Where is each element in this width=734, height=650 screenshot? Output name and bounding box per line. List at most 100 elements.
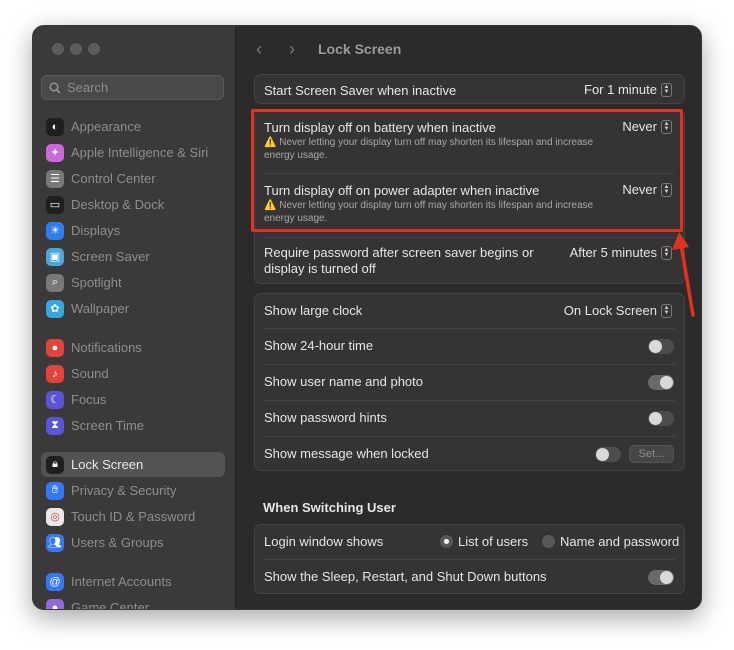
sidebar-item-screen-time[interactable]: ⧗ Screen Time bbox=[41, 413, 225, 438]
screen-saver-label: Start Screen Saver when inactive bbox=[264, 83, 457, 98]
control-center-icon: ☰ bbox=[46, 169, 64, 188]
sidebar: ◐ Appearance ✦ Apple Intelligence & Siri ☰ Co… bbox=[33, 26, 236, 609]
sidebar-item-users-groups[interactable]: 👥︎ Users & Groups bbox=[41, 530, 225, 555]
24h-toggle[interactable] bbox=[648, 339, 674, 354]
sidebar-item-screen-saver[interactable]: ▣ Screen Saver bbox=[41, 244, 225, 269]
sidebar-item-label: Apple Intelligence & Siri bbox=[71, 145, 209, 160]
toggle-knob bbox=[660, 571, 673, 584]
toggle-knob bbox=[660, 376, 673, 389]
siri-icon: ✦ bbox=[46, 143, 64, 162]
sidebar-item-focus[interactable]: ☾ Focus bbox=[41, 387, 225, 412]
minimize-window-button[interactable] bbox=[70, 43, 82, 55]
sidebar-item-label: Internet Accounts bbox=[71, 574, 172, 589]
login-window-label: Login window shows bbox=[264, 534, 384, 549]
sidebar-item-label: Privacy & Security bbox=[71, 483, 177, 498]
lock-screen-icon: 🔒︎ bbox=[46, 455, 64, 474]
password-value: After 5 minutes bbox=[569, 245, 657, 260]
screen-saver-group: Start Screen Saver when inactive For 1 m… bbox=[254, 74, 685, 104]
sidebar-item-notifications[interactable]: ● Notifications bbox=[41, 335, 225, 360]
clock-user-group: Show large clock On Lock Screen ▲ ▼ Show … bbox=[254, 293, 685, 471]
password-popup[interactable]: After 5 minutes ▲ ▼ bbox=[570, 245, 672, 260]
radio-dot bbox=[440, 535, 453, 548]
zoom-window-button[interactable] bbox=[88, 43, 100, 55]
displays-icon: ☀ bbox=[46, 221, 64, 240]
radio-name-label: Name and password bbox=[560, 534, 680, 549]
appearance-icon: ◐ bbox=[46, 117, 64, 136]
password-label: Require password after screen saver begi… bbox=[264, 245, 534, 276]
search-input[interactable] bbox=[67, 80, 207, 95]
sidebar-item-wallpaper[interactable]: ✿ Wallpaper bbox=[41, 296, 225, 321]
sidebar-item-desktop-dock[interactable]: ▭ Desktop & Dock bbox=[41, 192, 225, 217]
radio-name-password[interactable]: Name and password bbox=[542, 534, 679, 549]
large-clock-value: On Lock Screen bbox=[563, 303, 657, 318]
sidebar-item-displays[interactable]: ☀ Displays bbox=[41, 218, 225, 243]
page-title: Lock Screen bbox=[318, 41, 402, 57]
radio-dot bbox=[542, 535, 555, 548]
highlight-box bbox=[251, 109, 683, 232]
sidebar-item-sound[interactable]: ♪ Sound bbox=[41, 361, 225, 386]
hints-row: Show password hints bbox=[255, 401, 684, 436]
message-toggle[interactable] bbox=[595, 447, 621, 462]
password-row: Require password after screen saver begi… bbox=[255, 238, 684, 285]
notifications-icon: ● bbox=[46, 338, 64, 357]
sidebar-item-label: Touch ID & Password bbox=[71, 509, 196, 524]
sidebar-item-label: Displays bbox=[71, 223, 121, 238]
search-icon bbox=[49, 82, 61, 94]
sidebar-item-label: Users & Groups bbox=[71, 535, 164, 550]
sidebar-item-label: Spotlight bbox=[71, 275, 122, 290]
sidebar-item-label: Game Center bbox=[71, 600, 150, 610]
desktop-dock-icon: ▭ bbox=[46, 195, 64, 214]
set-message-button[interactable]: Set... bbox=[629, 445, 674, 463]
focus-icon: ☾ bbox=[46, 390, 64, 409]
users-groups-icon: 👥︎ bbox=[46, 533, 64, 552]
sidebar-item-label: Notifications bbox=[71, 340, 142, 355]
radio-list-of-users[interactable]: List of users bbox=[440, 534, 528, 549]
sidebar-item-apple-intelligence-siri[interactable]: ✦ Apple Intelligence & Siri bbox=[41, 140, 225, 165]
back-chevron-icon[interactable]: ‹ bbox=[256, 39, 262, 60]
screen-saver-value: For 1 minute bbox=[584, 82, 657, 97]
sleep-buttons-toggle[interactable] bbox=[648, 570, 674, 585]
sidebar-item-privacy-security[interactable]: ✋︎ Privacy & Security bbox=[41, 478, 225, 503]
large-clock-popup[interactable]: On Lock Screen ▲ ▼ bbox=[564, 303, 672, 318]
sidebar-item-label: Sound bbox=[71, 366, 109, 381]
hints-toggle[interactable] bbox=[648, 411, 674, 426]
screen-time-icon: ⧗ bbox=[46, 416, 64, 435]
name-photo-toggle[interactable] bbox=[648, 375, 674, 390]
name-photo-row: Show user name and photo bbox=[255, 365, 684, 400]
sidebar-item-game-center[interactable]: ● Game Center bbox=[41, 595, 225, 610]
large-clock-row: Show large clock On Lock Screen ▲ ▼ bbox=[255, 294, 684, 328]
sidebar-item-label: Focus bbox=[71, 392, 107, 407]
screen-saver-row: Start Screen Saver when inactive For 1 m… bbox=[255, 75, 684, 105]
switching-user-group: Login window shows List of users Name an… bbox=[254, 524, 685, 594]
sidebar-item-label: Screen Saver bbox=[71, 249, 150, 264]
search-field[interactable] bbox=[41, 75, 224, 100]
sidebar-item-label: Desktop & Dock bbox=[71, 197, 165, 212]
titlebar: ‹ › Lock Screen bbox=[236, 26, 701, 72]
sidebar-item-appearance[interactable]: ◐ Appearance bbox=[41, 114, 225, 139]
24h-label: Show 24-hour time bbox=[264, 338, 374, 353]
hints-label: Show password hints bbox=[264, 410, 387, 425]
close-window-button[interactable] bbox=[52, 43, 64, 55]
login-window-row: Login window shows List of users Name an… bbox=[255, 525, 684, 559]
sleep-buttons-label: Show the Sleep, Restart, and Shut Down b… bbox=[264, 569, 547, 584]
sidebar-item-label: Appearance bbox=[71, 119, 142, 134]
spotlight-icon: ⌕ bbox=[46, 273, 64, 292]
forward-chevron-icon[interactable]: › bbox=[289, 39, 295, 60]
screen-saver-popup[interactable]: For 1 minute ▲ ▼ bbox=[584, 82, 672, 97]
sidebar-item-label: Wallpaper bbox=[71, 301, 130, 316]
sidebar-item-internet-accounts[interactable]: @ Internet Accounts bbox=[41, 569, 225, 594]
sidebar-item-label: Screen Time bbox=[71, 418, 144, 433]
sidebar-item-touch-id-password[interactable]: ◎ Touch ID & Password bbox=[41, 504, 225, 529]
sidebar-item-spotlight[interactable]: ⌕ Spotlight bbox=[41, 270, 225, 295]
game-center-icon: ● bbox=[46, 598, 64, 609]
sidebar-item-label: Control Center bbox=[71, 171, 156, 186]
message-label: Show message when locked bbox=[264, 446, 429, 461]
privacy-hand-icon: ✋︎ bbox=[46, 481, 64, 500]
24h-row: Show 24-hour time bbox=[255, 329, 684, 364]
large-clock-label: Show large clock bbox=[264, 303, 363, 318]
red-arrow-icon bbox=[672, 232, 695, 317]
message-row: Show message when locked Set... bbox=[255, 437, 684, 472]
sidebar-item-lock-screen[interactable]: 🔒︎ Lock Screen bbox=[41, 452, 225, 477]
sidebar-item-control-center[interactable]: ☰ Control Center bbox=[41, 166, 225, 191]
sound-icon: ♪ bbox=[46, 364, 64, 383]
